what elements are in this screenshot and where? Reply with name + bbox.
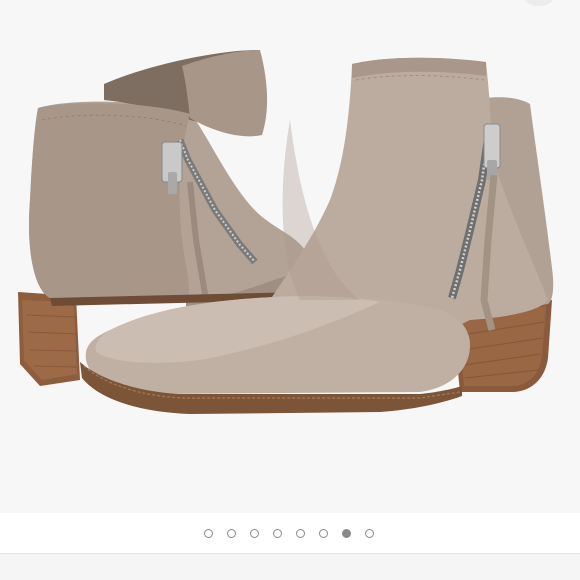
product-image[interactable]: [0, 0, 580, 513]
carousel-dot-8[interactable]: [365, 528, 374, 538]
carousel-dot-2[interactable]: [227, 528, 236, 538]
bottom-panel: [0, 553, 580, 580]
carousel-dot-7-active[interactable]: [342, 528, 351, 538]
carousel-dot-4[interactable]: [273, 528, 282, 538]
image-viewer: [0, 0, 580, 580]
ankle-boots-photo: [0, 0, 580, 513]
carousel-indicator: [0, 513, 580, 553]
carousel-dot-6[interactable]: [319, 528, 328, 538]
carousel-dot-1[interactable]: [204, 528, 213, 538]
carousel-dot-5[interactable]: [296, 528, 305, 538]
carousel-dots: [204, 528, 374, 538]
carousel-dot-3[interactable]: [250, 528, 259, 538]
